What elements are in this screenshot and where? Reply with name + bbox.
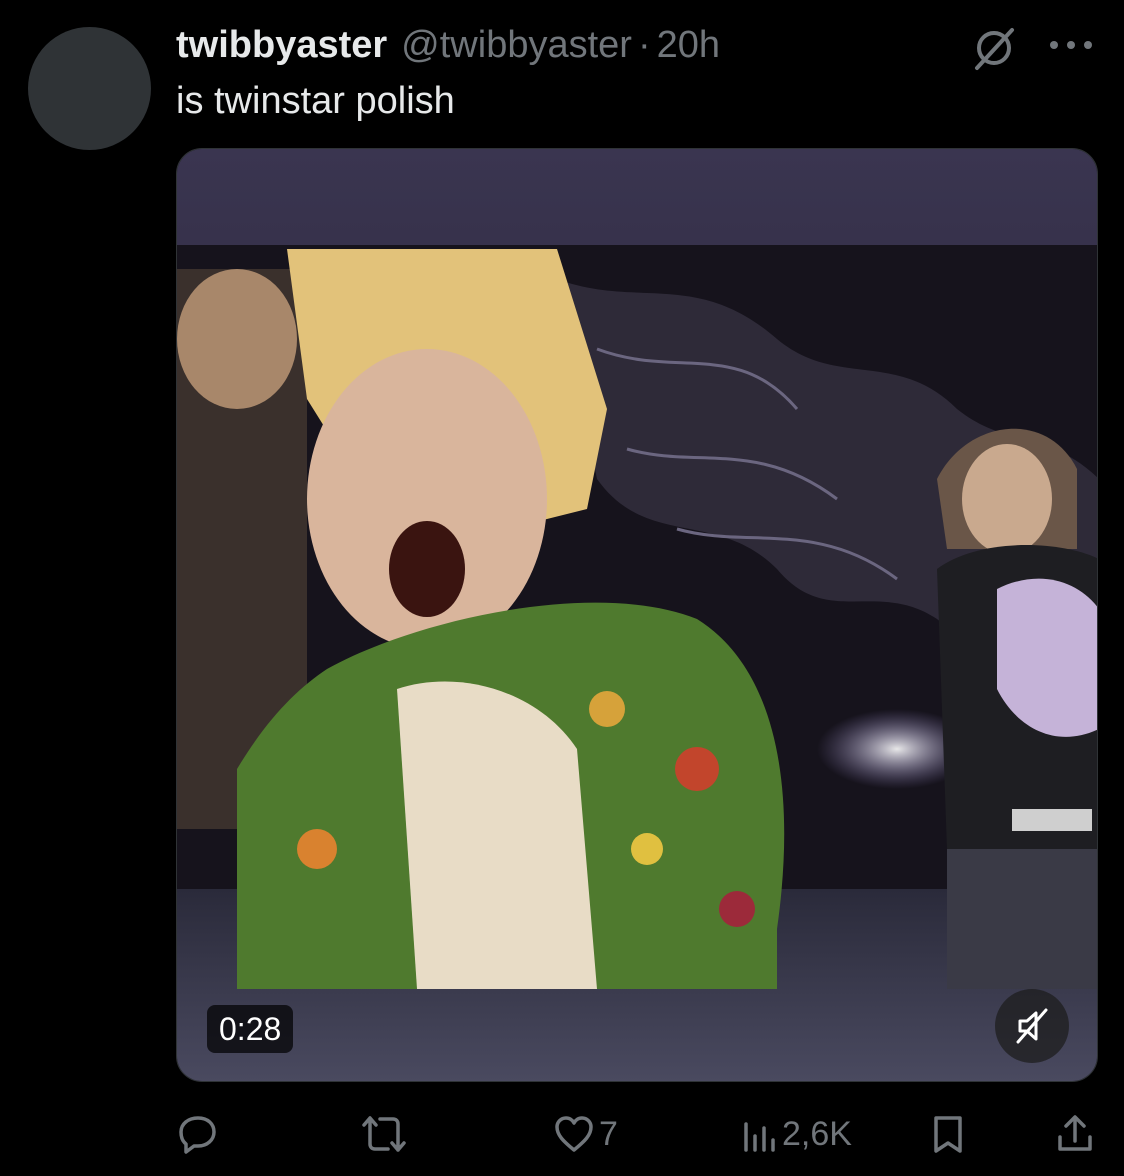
- video-player[interactable]: 0:28: [176, 148, 1098, 1082]
- grok-icon[interactable]: [968, 22, 1020, 74]
- tweet[interactable]: twibbyaster @twibbyaster · 20h is twinst…: [0, 0, 1124, 1176]
- avatar[interactable]: [28, 27, 151, 150]
- separator-dot: ·: [637, 24, 651, 66]
- post-time[interactable]: 20h: [657, 20, 720, 70]
- repost-icon: [362, 1116, 406, 1152]
- muted-speaker-icon: [1016, 1008, 1048, 1044]
- bookmark-button[interactable]: [930, 1106, 966, 1162]
- views-button[interactable]: 2,6K: [742, 1106, 852, 1162]
- display-name[interactable]: twibbyaster: [176, 20, 387, 70]
- reply-button[interactable]: [176, 1106, 224, 1162]
- mute-button[interactable]: [995, 989, 1069, 1063]
- user-handle[interactable]: @twibbyaster: [401, 20, 632, 70]
- like-count: 7: [599, 1114, 618, 1153]
- reply-icon: [179, 1116, 216, 1154]
- more-icon[interactable]: [1046, 30, 1096, 60]
- repost-button[interactable]: [360, 1106, 412, 1162]
- share-button[interactable]: [1054, 1106, 1096, 1162]
- video-frame: [177, 149, 1097, 1081]
- tweet-text: is twinstar polish: [176, 80, 455, 122]
- video-duration: 0:28: [207, 1005, 294, 1053]
- share-icon: [1058, 1115, 1092, 1151]
- action-bar: 7 2,6K: [0, 1106, 1124, 1162]
- views-icon: [744, 1122, 775, 1152]
- tweet-header: twibbyaster @twibbyaster · 20h: [176, 20, 720, 70]
- heart-icon: [555, 1116, 593, 1152]
- bookmark-icon: [934, 1116, 962, 1153]
- views-count: 2,6K: [782, 1114, 852, 1153]
- like-button[interactable]: 7: [553, 1106, 618, 1162]
